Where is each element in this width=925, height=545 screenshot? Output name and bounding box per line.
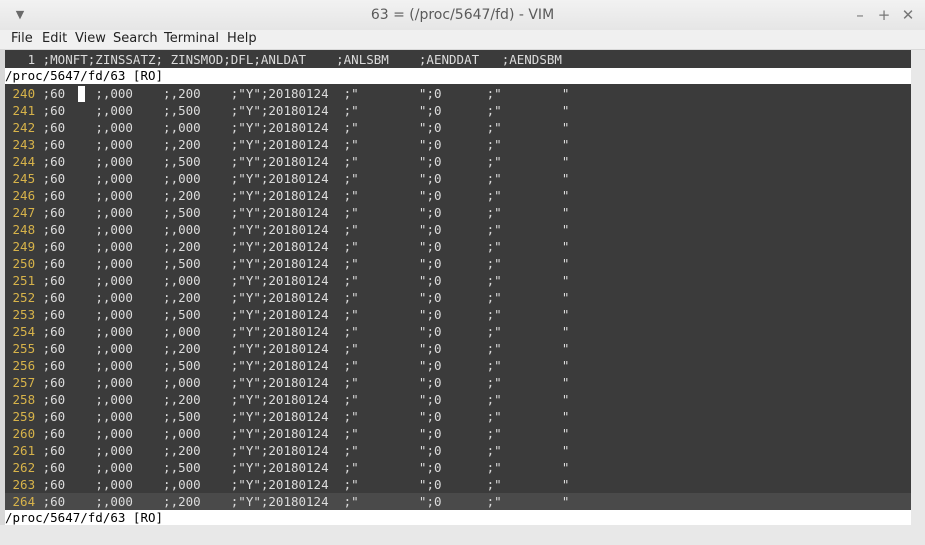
line-text: ;60 ;,000 ;,200 ;"Y";20180124 ;" ";0 ;" … — [35, 290, 570, 305]
line-number: 240 — [12, 86, 36, 101]
line-text: ;60 ;,000 ;,200 ;"Y";20180124 ;" ";0 ;" … — [35, 137, 570, 152]
buffer-line: 240 ;60 ;,000 ;,200 ;"Y";20180124 ;" ";0… — [5, 85, 911, 102]
line-number: 255 — [12, 341, 36, 356]
line-text: ;60 ;,000 ;,500 ;"Y";20180124 ;" ";0 ;" … — [35, 103, 570, 118]
buffer-line: 244 ;60 ;,000 ;,500 ;"Y";20180124 ;" ";0… — [5, 153, 911, 170]
line-number: 258 — [12, 392, 36, 407]
buffer-line: 258 ;60 ;,000 ;,200 ;"Y";20180124 ;" ";0… — [5, 391, 911, 408]
buffer-line: 251 ;60 ;,000 ;,000 ;"Y";20180124 ;" ";0… — [5, 272, 911, 289]
line-text: ;60 ;,000 ;,200 ;"Y";20180124 ;" ";0 ;" … — [35, 239, 570, 254]
line-number: 247 — [12, 205, 36, 220]
menu-terminal[interactable]: Terminal — [164, 31, 219, 46]
line-text: ;60 ;,000 ;,000 ;"Y";20180124 ;" ";0 ;" … — [35, 273, 570, 288]
buffer-line: 249 ;60 ;,000 ;,200 ;"Y";20180124 ;" ";0… — [5, 238, 911, 255]
buffer-line: 246 ;60 ;,000 ;,200 ;"Y";20180124 ;" ";0… — [5, 187, 911, 204]
buffer-line: 261 ;60 ;,000 ;,200 ;"Y";20180124 ;" ";0… — [5, 442, 911, 459]
line-number: 263 — [12, 477, 36, 492]
line-text: ;60 ;,000 ;,000 ;"Y";20180124 ;" ";0 ;" … — [35, 120, 570, 135]
line-text: ;60 ;,000 ;,200 ;"Y";20180124 ;" ";0 ;" … — [35, 494, 570, 509]
buffer-line: 242 ;60 ;,000 ;,000 ;"Y";20180124 ;" ";0… — [5, 119, 911, 136]
line-text: ;60 ;,000 ;,200 ;"Y";20180124 ;" ";0 ;" … — [35, 188, 570, 203]
line-text: ;60 ;,000 ;,000 ;"Y";20180124 ;" ";0 ;" … — [35, 477, 570, 492]
line-number: 242 — [12, 120, 36, 135]
line-number: 252 — [12, 290, 36, 305]
buffer-line: 260 ;60 ;,000 ;,000 ;"Y";20180124 ;" ";0… — [5, 425, 911, 442]
line-number: 254 — [12, 324, 36, 339]
buffer-line: 252 ;60 ;,000 ;,200 ;"Y";20180124 ;" ";0… — [5, 289, 911, 306]
buffer-line: 241 ;60 ;,000 ;,500 ;"Y";20180124 ;" ";0… — [5, 102, 911, 119]
buffer-line: 259 ;60 ;,000 ;,500 ;"Y";20180124 ;" ";0… — [5, 408, 911, 425]
line-number: 256 — [12, 358, 36, 373]
line-text: ;60 ;,000 ;,200 ;"Y";20180124 ;" ";0 ;" … — [35, 341, 570, 356]
line-number: 262 — [12, 460, 36, 475]
close-icon[interactable]: ✕ — [899, 6, 917, 24]
header-line: 1 ;MONFT;ZINSSATZ; ZINSMOD;DFL;ANLDAT ;A… — [5, 52, 562, 67]
buffer-line: 254 ;60 ;,000 ;,000 ;"Y";20180124 ;" ";0… — [5, 323, 911, 340]
menu-help[interactable]: Help — [227, 31, 257, 46]
line-text: ;60 ;,000 ;,000 ;"Y";20180124 ;" ";0 ;" … — [35, 426, 570, 441]
buffer-line: 250 ;60 ;,000 ;,500 ;"Y";20180124 ;" ";0… — [5, 255, 911, 272]
buffer-line: 257 ;60 ;,000 ;,000 ;"Y";20180124 ;" ";0… — [5, 374, 911, 391]
menu-bar: File Edit View Search Terminal Help — [0, 30, 925, 49]
line-number: 248 — [12, 222, 36, 237]
line-text: ;60 ;,000 ;,500 ;"Y";20180124 ;" ";0 ;" … — [35, 205, 570, 220]
buffer-line: 255 ;60 ;,000 ;,200 ;"Y";20180124 ;" ";0… — [5, 340, 911, 357]
line-text: ;60 ;,000 ;,000 ;"Y";20180124 ;" ";0 ;" … — [35, 324, 570, 339]
line-number: 253 — [12, 307, 36, 322]
line-text: ;60 ;,000 ;,500 ;"Y";20180124 ;" ";0 ;" … — [35, 409, 570, 424]
scrollbar-area[interactable] — [911, 50, 925, 545]
line-text: ;60 ;,000 ;,500 ;"Y";20180124 ;" ";0 ;" … — [35, 358, 570, 373]
line-number: 259 — [12, 409, 36, 424]
line-number: 245 — [12, 171, 36, 186]
text-cursor — [78, 86, 85, 102]
top-status-line: /proc/5647/fd/63 [RO] — [5, 68, 911, 84]
buffer-line: 256 ;60 ;,000 ;,500 ;"Y";20180124 ;" ";0… — [5, 357, 911, 374]
line-text: ;60 ;,000 ;,500 ;"Y";20180124 ;" ";0 ;" … — [35, 256, 570, 271]
bottom-status-line: /proc/5647/fd/63 [RO] — [5, 510, 911, 525]
line-text: ;60 ;,000 ;,000 ;"Y";20180124 ;" ";0 ;" … — [35, 171, 570, 186]
line-number: 250 — [12, 256, 36, 271]
title-bar: ▼ 63 = (/proc/5647/fd) - VIM – + ✕ — [0, 0, 925, 31]
line-text: ;60 ;,000 ;,000 ;"Y";20180124 ;" ";0 ;" … — [35, 222, 570, 237]
buffer-line: 262 ;60 ;,000 ;,500 ;"Y";20180124 ;" ";0… — [5, 459, 911, 476]
line-number: 264 — [12, 494, 36, 509]
buffer-line: 263 ;60 ;,000 ;,000 ;"Y";20180124 ;" ";0… — [5, 476, 911, 493]
line-text: ;60 ;,000 ;,200 ;"Y";20180124 ;" ";0 ;" … — [35, 86, 570, 101]
buffer-line: 264 ;60 ;,000 ;,200 ;"Y";20180124 ;" ";0… — [5, 493, 911, 510]
minimize-icon[interactable]: – — [851, 6, 869, 24]
line-number: 246 — [12, 188, 36, 203]
buffer-line: 253 ;60 ;,000 ;,500 ;"Y";20180124 ;" ";0… — [5, 306, 911, 323]
line-number: 257 — [12, 375, 36, 390]
buffer-line: 247 ;60 ;,000 ;,500 ;"Y";20180124 ;" ";0… — [5, 204, 911, 221]
menu-search[interactable]: Search — [113, 31, 158, 46]
maximize-icon[interactable]: + — [875, 6, 893, 24]
line-text: ;60 ;,000 ;,500 ;"Y";20180124 ;" ";0 ;" … — [35, 154, 570, 169]
line-number: 249 — [12, 239, 36, 254]
line-number: 243 — [12, 137, 36, 152]
buffer-line: 245 ;60 ;,000 ;,000 ;"Y";20180124 ;" ";0… — [5, 170, 911, 187]
window-bottom-edge — [0, 525, 925, 545]
vim-editor[interactable]: 1 ;MONFT;ZINSSATZ; ZINSMOD;DFL;ANLDAT ;A… — [5, 50, 911, 525]
window-title: 63 = (/proc/5647/fd) - VIM — [370, 7, 555, 23]
line-number: 261 — [12, 443, 36, 458]
line-text: ;60 ;,000 ;,500 ;"Y";20180124 ;" ";0 ;" … — [35, 460, 570, 475]
line-number: 244 — [12, 154, 36, 169]
line-text: ;60 ;,000 ;,200 ;"Y";20180124 ;" ";0 ;" … — [35, 443, 570, 458]
line-text: ;60 ;,000 ;,000 ;"Y";20180124 ;" ";0 ;" … — [35, 375, 570, 390]
line-text: ;60 ;,000 ;,200 ;"Y";20180124 ;" ";0 ;" … — [35, 392, 570, 407]
line-number: 260 — [12, 426, 36, 441]
buffer-line: 248 ;60 ;,000 ;,000 ;"Y";20180124 ;" ";0… — [5, 221, 911, 238]
line-text: ;60 ;,000 ;,500 ;"Y";20180124 ;" ";0 ;" … — [35, 307, 570, 322]
line-number: 251 — [12, 273, 36, 288]
menu-view[interactable]: View — [75, 31, 106, 46]
line-number: 241 — [12, 103, 36, 118]
buffer-line: 243 ;60 ;,000 ;,200 ;"Y";20180124 ;" ";0… — [5, 136, 911, 153]
menu-edit[interactable]: Edit — [42, 31, 67, 46]
menu-file[interactable]: File — [11, 31, 33, 46]
